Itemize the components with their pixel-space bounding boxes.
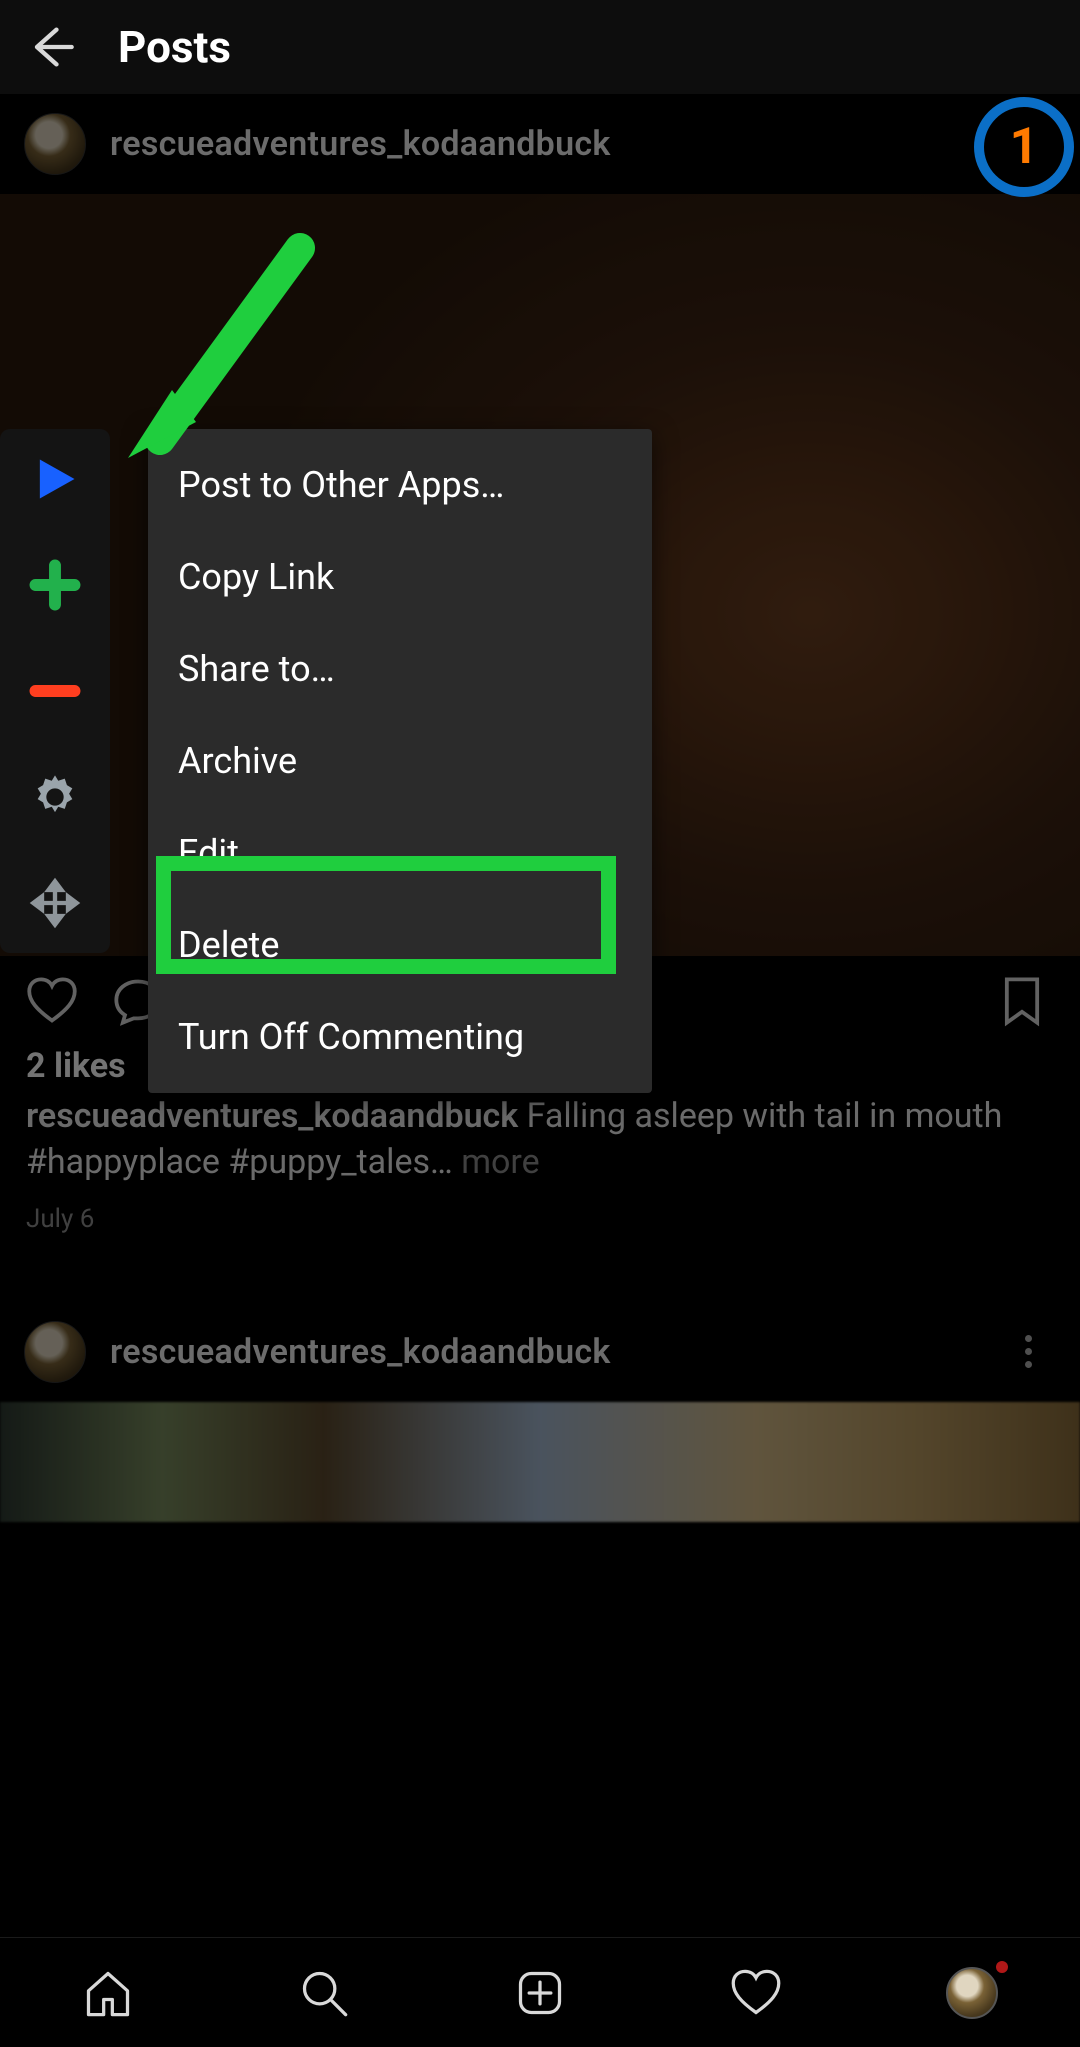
nav-create[interactable] bbox=[512, 1965, 568, 2021]
dot-icon bbox=[1025, 1348, 1032, 1355]
annotation-toolbar bbox=[0, 429, 110, 953]
menu-turn-off-commenting[interactable]: Turn Off Commenting bbox=[148, 991, 652, 1083]
annotation-step-badge: 1 bbox=[974, 97, 1074, 197]
gear-icon bbox=[29, 771, 81, 823]
header-bar: Posts bbox=[0, 0, 1080, 94]
caption-username[interactable]: rescueadventures_kodaandbuck bbox=[26, 1096, 518, 1136]
avatar[interactable] bbox=[24, 113, 86, 175]
move-button[interactable] bbox=[25, 873, 85, 933]
menu-copy-link[interactable]: Copy Link bbox=[148, 531, 652, 623]
menu-post-other-apps[interactable]: Post to Other Apps… bbox=[148, 439, 652, 531]
bookmark-icon bbox=[996, 975, 1048, 1027]
menu-delete[interactable]: Delete bbox=[148, 899, 652, 991]
create-post-icon bbox=[514, 1967, 566, 2019]
page-title: Posts bbox=[118, 21, 231, 73]
like-button[interactable] bbox=[26, 975, 78, 1027]
dot-icon bbox=[1025, 1361, 1032, 1368]
dot-icon bbox=[1025, 1335, 1032, 1342]
play-button[interactable] bbox=[25, 449, 85, 509]
menu-edit[interactable]: Edit bbox=[148, 807, 652, 899]
heart-icon bbox=[26, 975, 78, 1027]
play-icon bbox=[29, 453, 81, 505]
back-button[interactable] bbox=[24, 21, 94, 73]
heart-icon bbox=[730, 1967, 782, 2019]
nav-search[interactable] bbox=[296, 1965, 352, 2021]
avatar bbox=[946, 1967, 998, 2019]
menu-share-to[interactable]: Share to… bbox=[148, 623, 652, 715]
minus-icon bbox=[29, 665, 81, 717]
notification-dot-icon bbox=[996, 1961, 1008, 1973]
post-image[interactable] bbox=[0, 1402, 1080, 1522]
post-caption[interactable]: rescueadventures_kodaandbuck Falling asl… bbox=[26, 1094, 1054, 1186]
post-username[interactable]: rescueadventures_kodaandbuck bbox=[110, 124, 1008, 164]
nav-activity[interactable] bbox=[728, 1965, 784, 2021]
post-username[interactable]: rescueadventures_kodaandbuck bbox=[110, 1332, 1008, 1372]
arrow-left-icon bbox=[24, 21, 76, 73]
search-icon bbox=[298, 1967, 350, 2019]
home-icon bbox=[82, 1967, 134, 2019]
avatar[interactable] bbox=[24, 1321, 86, 1383]
bottom-nav bbox=[0, 1937, 1080, 2047]
move-icon bbox=[29, 877, 81, 929]
plus-icon bbox=[29, 559, 81, 611]
post-timestamp: July 6 bbox=[26, 1204, 1054, 1234]
add-button[interactable] bbox=[25, 555, 85, 615]
bookmark-button[interactable] bbox=[996, 975, 1048, 1027]
post-options-menu: Post to Other Apps… Copy Link Share to… … bbox=[148, 429, 652, 1093]
remove-button[interactable] bbox=[25, 661, 85, 721]
nav-profile[interactable] bbox=[944, 1965, 1000, 2021]
post-more-button[interactable] bbox=[1008, 1332, 1048, 1372]
menu-archive[interactable]: Archive bbox=[148, 715, 652, 807]
nav-home[interactable] bbox=[80, 1965, 136, 2021]
post-author-row: rescueadventures_kodaandbuck bbox=[0, 1302, 1080, 1402]
caption-more[interactable]: more bbox=[461, 1142, 539, 1182]
settings-button[interactable] bbox=[25, 767, 85, 827]
post-author-row: rescueadventures_kodaandbuck bbox=[0, 94, 1080, 194]
